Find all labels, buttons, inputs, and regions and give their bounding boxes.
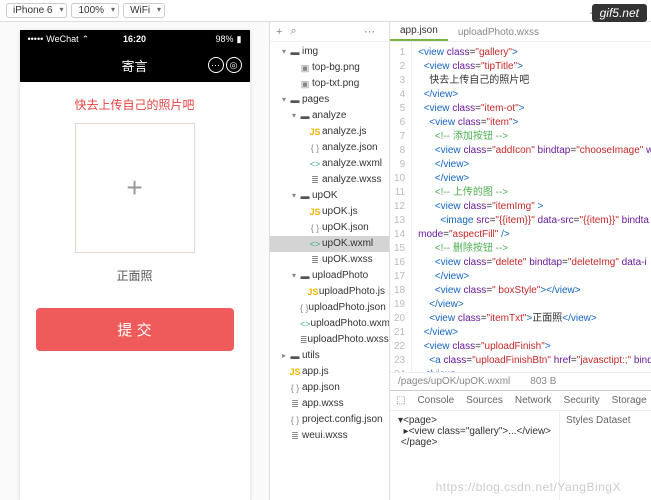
phone-statusbar: •••••WeChat ⌃ 16:20 98%▮ [20,30,250,48]
device-select[interactable]: iPhone 6 [6,3,67,18]
tree-node-label: uploadPhoto.json [309,300,386,316]
tree-node-label: upOK.js [322,204,358,220]
editor-tabs: app.jsonuploadPhoto.wxss [390,22,651,42]
add-file-icon[interactable]: + [276,26,282,38]
editor-tab[interactable]: app.json [390,22,448,41]
carrier-label: WeChat [46,34,78,44]
editor-panel: app.jsonuploadPhoto.wxss 123456789101112… [390,22,651,500]
tree-node[interactable]: ▾▬ uploadPhoto [270,268,389,284]
tree-node-label: project.config.json [302,412,383,428]
tree-node-label: utils [302,348,320,364]
tree-node[interactable]: { } uploadPhoto.json [270,300,389,316]
dom-preview: ▾<page> ▸<view class="gallery">...</view… [398,415,551,448]
phone-frame: •••••WeChat ⌃ 16:20 98%▮ 寄言 ⋯ ◎ 快去上传自己的照片… [20,30,250,500]
menu-capsule-more-icon[interactable]: ⋯ [208,57,224,73]
devtools-tab[interactable]: Sources [466,395,503,406]
code-area[interactable]: <view class="gallery"> <view class="tipT… [412,42,651,372]
tree-node[interactable]: <> analyze.wxml [270,156,389,172]
line-gutter: 123456789101112131415161718192021222324 [390,42,412,372]
tree-node-label: upOK.wxss [322,252,373,268]
editor-statusbar: /pages/upOK/upOK.wxml 803 B [390,372,651,390]
tree-node[interactable]: JS uploadPhoto.js [270,284,389,300]
tree-node[interactable]: { } app.json [270,380,389,396]
watermark-corner: gif5.net [592,4,647,22]
battery-pct: 98% [216,34,234,44]
tree-node-label: uploadPhoto [312,268,368,284]
tree-node-label: upOK.json [322,220,369,236]
tree-node-label: upOK [312,188,338,204]
devtools-tab[interactable]: Storage [612,395,647,406]
tree-node[interactable]: ▾▬ upOK [270,188,389,204]
tree-node-label: analyze.wxml [322,156,382,172]
tree-node[interactable]: <> uploadPhoto.wxml [270,316,389,332]
tree-node-label: app.json [302,380,340,396]
devtools-tab[interactable]: Network [515,395,552,406]
inspect-icon[interactable]: ⬚ [396,395,405,406]
tree-node-label: upOK.wxml [322,236,373,252]
page-title: 寄言 [121,56,147,75]
tree-node-label: weui.wxss [302,428,348,444]
tree-node[interactable]: ▾▬ img [270,44,389,60]
simulator-panel: •••••WeChat ⌃ 16:20 98%▮ 寄言 ⋯ ◎ 快去上传自己的照片… [0,22,270,500]
page-body: 快去上传自己的照片吧 + 正面照 提 交 [20,82,250,365]
tree-node-label: img [302,44,318,60]
tree-node[interactable]: JS analyze.js [270,124,389,140]
tree-node[interactable]: ▸▬ utils [270,348,389,364]
search-file-icon[interactable]: ⌕ [290,25,296,38]
wifi-icon: ⌃ [82,34,90,45]
network-select[interactable]: WiFi [123,3,165,18]
editor-tab[interactable]: uploadPhoto.wxss [448,24,549,41]
tree-node[interactable]: top-txt.png [270,76,389,92]
tip-title: 快去上传自己的照片吧 [36,96,234,113]
time-label: 16:20 [123,34,146,44]
tree-node[interactable]: top-bg.png [270,60,389,76]
tree-node-label: app.js [302,364,329,380]
devtools-tab[interactable]: Security [564,395,600,406]
tree-node[interactable]: ≣ upOK.wxss [270,252,389,268]
file-tree-panel: + ⌕ ⋯ ▾▬ img top-bg.png top-txt.png▾▬ pa… [270,22,390,500]
upload-add-box[interactable]: + [75,123,195,253]
tree-node-label: uploadPhoto.wxml [311,316,389,332]
tree-node[interactable]: ▾▬ pages [270,92,389,108]
tree-node[interactable]: ≣ analyze.wxss [270,172,389,188]
tree-node-label: top-bg.png [312,60,360,76]
tree-node[interactable]: { } analyze.json [270,140,389,156]
signal-icon: ••••• [28,34,44,44]
file-size: 803 B [530,376,556,387]
submit-button[interactable]: 提 交 [36,308,234,351]
tree-toolbar: + ⌕ ⋯ [270,22,389,42]
file-tree[interactable]: ▾▬ img top-bg.png top-txt.png▾▬ pages▾▬ … [270,42,389,500]
devtools-tabs: ⬚ ConsoleSourcesNetworkSecurityStorageWx… [390,391,651,411]
tree-node-label: analyze [312,108,346,124]
code-editor[interactable]: 123456789101112131415161718192021222324 … [390,42,651,372]
tree-node-label: analyze.wxss [322,172,381,188]
tree-node[interactable]: { } upOK.json [270,220,389,236]
phone-navbar: 寄言 ⋯ ◎ [20,48,250,82]
tree-node[interactable]: JS upOK.js [270,204,389,220]
tree-node-label: analyze.json [322,140,378,156]
tree-node[interactable]: ≣ uploadPhoto.wxss [270,332,389,348]
tree-node[interactable]: JS app.js [270,364,389,380]
tree-more-icon[interactable]: ⋯ [364,25,375,38]
upload-caption: 正面照 [36,267,234,284]
tree-node-label: top-txt.png [312,76,359,92]
tree-node[interactable]: { } project.config.json [270,412,389,428]
devtools-tab[interactable]: Console [417,395,454,406]
tree-node[interactable]: ▾▬ analyze [270,108,389,124]
tree-node-label: pages [302,92,329,108]
plus-icon: + [126,172,142,204]
battery-icon: ▮ [237,34,242,45]
tree-node[interactable]: ≣ weui.wxss [270,428,389,444]
tree-node-label: uploadPhoto.wxss [308,332,389,348]
file-path: /pages/upOK/upOK.wxml [398,376,510,387]
menu-capsule-close-icon[interactable]: ◎ [226,57,242,73]
tree-node[interactable]: <> upOK.wxml [270,236,389,252]
tree-node[interactable]: ≣ app.wxss [270,396,389,412]
tree-node-label: analyze.js [322,124,366,140]
tree-node-label: uploadPhoto.js [319,284,385,300]
watermark-footer: https://blog.csdn.net/YangBingX [436,480,621,494]
tree-node-label: app.wxss [302,396,344,412]
zoom-select[interactable]: 100% [71,3,119,18]
top-toolbar: iPhone 6 100% WiFi ♪ ⟳ ✂ [0,0,651,22]
